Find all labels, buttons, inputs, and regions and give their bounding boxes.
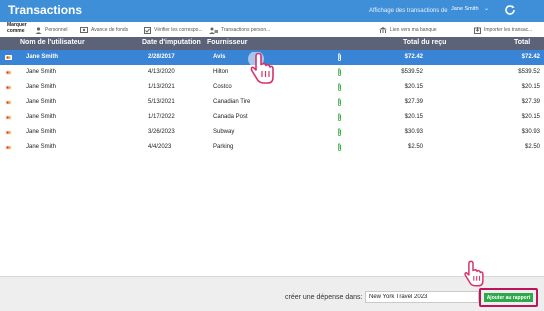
column-total[interactable]: Total (514, 39, 530, 46)
receipt-attachment-icon[interactable] (337, 113, 342, 122)
person-icon (35, 26, 42, 34)
row-user: Jane Smith (26, 144, 57, 150)
cash-advance-button[interactable]: Avance de fonds (80, 25, 128, 35)
row-date: 2/28/2017 (148, 54, 175, 60)
table-row[interactable]: Jane Smith 3/26/2023 Subway $30.93 $30.9… (0, 125, 544, 140)
row-date: 1/13/2021 (148, 84, 175, 90)
credit-card-icon (5, 70, 12, 75)
credit-card-icon (5, 130, 12, 135)
row-vendor: Hilton (213, 69, 229, 75)
row-user: Jane Smith (26, 84, 57, 90)
table-header: Nom de l'utilisateur Date d'imputation F… (0, 37, 544, 50)
row-vendor: Canada Post (213, 114, 248, 120)
personal-button[interactable]: Personnel (35, 25, 68, 35)
tap-hand-icon (248, 52, 274, 84)
credit-card-icon (5, 145, 12, 150)
table-row[interactable]: Jane Smith 5/13/2021 Canadian Tire $27.3… (0, 95, 544, 110)
row-total: $72.42 (521, 54, 540, 60)
row-date: 3/26/2023 (148, 129, 175, 135)
table-row[interactable]: Jane Smith 1/17/2022 Canada Post $20.15 … (0, 110, 544, 125)
row-total-receipt: $72.42 (404, 54, 423, 60)
receipt-attachment-icon[interactable] (337, 83, 342, 92)
row-date: 5/13/2021 (148, 99, 175, 105)
column-vendor[interactable]: Fournisseur (207, 39, 247, 46)
row-total: $539.52 (518, 69, 540, 75)
receipt-attachment-icon[interactable] (337, 143, 342, 152)
row-date: 4/13/2020 (148, 69, 175, 75)
refresh-icon[interactable] (503, 3, 517, 17)
row-user: Jane Smith (26, 54, 59, 60)
row-total: $20.15 (521, 84, 540, 90)
verify-match-button[interactable]: Vérifier les correspo... (144, 25, 203, 35)
user-select-value: Jane Smith (451, 6, 479, 12)
report-select[interactable] (365, 291, 479, 303)
row-user: Jane Smith (26, 129, 57, 135)
personal-transactions-icon (209, 27, 218, 34)
row-date: 4/4/2023 (148, 144, 172, 150)
credit-card-icon (5, 85, 12, 90)
row-total: $2.50 (524, 144, 540, 150)
highlight-box: Ajouter au rapport (479, 288, 538, 307)
add-to-report-button[interactable]: Ajouter au rapport (484, 293, 533, 302)
row-vendor: Costco (213, 84, 232, 90)
credit-card-icon (5, 100, 12, 105)
mark-as-button[interactable]: Marquer comme (7, 22, 31, 34)
toolbar: Marquer comme Personnel Avance de fonds … (0, 22, 544, 37)
credit-card-icon (5, 115, 12, 120)
column-user[interactable]: Nom de l'utilisateur (20, 39, 85, 46)
row-vendor: Avis (213, 54, 226, 60)
row-date: 1/17/2022 (148, 114, 175, 120)
row-total-receipt: $27.39 (404, 99, 423, 105)
row-total-receipt: $30.93 (404, 129, 423, 135)
row-total: $30.93 (521, 129, 540, 135)
import-icon (474, 26, 481, 34)
user-select[interactable]: Jane Smith ⌄ (451, 6, 489, 16)
receipt-attachment-icon[interactable] (337, 128, 342, 137)
row-total-receipt: $2.50 (407, 144, 423, 150)
create-expense-label: créer une dépense dans: (285, 294, 363, 301)
page-title: Transactions (8, 3, 83, 17)
column-date[interactable]: Date d'imputation (142, 39, 201, 46)
verify-match-icon (144, 26, 151, 34)
row-vendor: Parking (213, 144, 234, 150)
receipt-attachment-icon[interactable] (337, 68, 342, 77)
receipt-attachment-icon[interactable] (337, 98, 342, 107)
tap-hand-icon (464, 260, 484, 287)
row-total-receipt: $20.15 (404, 84, 423, 90)
title-bar: Transactions Affichage des transactions … (0, 0, 544, 22)
row-total: $27.39 (521, 99, 540, 105)
table-row[interactable]: Jane Smith 4/4/2023 Parking $2.50 $2.50 (0, 140, 544, 155)
row-user: Jane Smith (26, 99, 57, 105)
row-vendor: Subway (213, 129, 235, 135)
row-total-receipt: $20.15 (404, 114, 423, 120)
bank-link-icon (379, 26, 387, 33)
view-transactions-label: Affichage des transactions de (369, 8, 448, 14)
personal-transactions-button[interactable]: Transactions person... (209, 25, 270, 35)
row-total-receipt: $539.52 (401, 69, 423, 75)
receipt-attachment-icon[interactable] (337, 53, 342, 62)
credit-card-icon (5, 55, 12, 60)
cash-advance-icon (80, 27, 88, 33)
row-vendor: Canadian Tire (213, 99, 251, 105)
row-total: $20.15 (521, 114, 540, 120)
row-user: Jane Smith (26, 69, 57, 75)
import-transactions-button[interactable]: Importer les transac... (474, 25, 532, 35)
bank-link-button[interactable]: Lien vers ma banque (379, 25, 437, 35)
column-total-receipt[interactable]: Total du reçu (403, 39, 446, 46)
row-user: Jane Smith (26, 114, 57, 120)
chevron-down-icon: ⌄ (484, 6, 490, 12)
